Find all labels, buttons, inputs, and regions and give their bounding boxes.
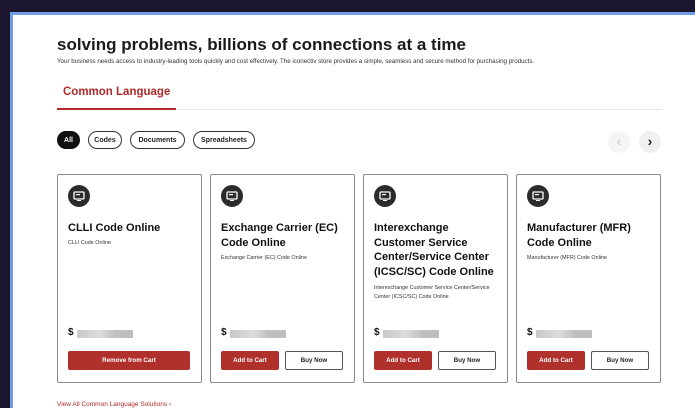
- price-currency: $: [527, 327, 533, 338]
- filter-spreadsheets[interactable]: Spreadsheets: [193, 131, 255, 149]
- filter-documents[interactable]: Documents: [130, 131, 185, 149]
- price-obscured: [536, 330, 592, 338]
- product-description: Exchange Carrier (EC) Code Online: [221, 255, 307, 261]
- add-to-cart-button[interactable]: Add to Cart: [221, 351, 279, 370]
- price-currency: $: [374, 327, 380, 338]
- monitor-icon: [68, 185, 90, 207]
- product-description: Manufacturer (MFR) Code Online: [527, 255, 607, 261]
- price-obscured: [383, 330, 439, 338]
- product-card-clli: CLLI Code Online CLLI Code Online $ Remo…: [57, 174, 202, 383]
- buy-now-button[interactable]: Buy Now: [285, 351, 343, 370]
- tab-common-language[interactable]: Common Language: [57, 83, 177, 110]
- carousel-prev-button[interactable]: ‹: [608, 131, 630, 153]
- product-card-mfr: Manufacturer (MFR) Code Online Manufactu…: [516, 174, 661, 383]
- filter-all[interactable]: All: [57, 131, 80, 149]
- remove-from-cart-button[interactable]: Remove from Cart: [68, 351, 190, 370]
- chevron-left-icon: ‹: [616, 133, 622, 149]
- page-subheadline: Your business needs access to industry-l…: [57, 58, 535, 65]
- product-description: CLLI Code Online: [68, 240, 111, 246]
- view-all-solutions-link[interactable]: View All Common Language Solutions ›: [57, 401, 171, 408]
- monitor-icon: [374, 185, 396, 207]
- filter-codes[interactable]: Codes: [88, 131, 122, 149]
- monitor-icon: [527, 185, 549, 207]
- price-currency: $: [68, 327, 74, 338]
- add-to-cart-button[interactable]: Add to Cart: [374, 351, 432, 370]
- product-card-icsc: Interexchange Customer Service Center/Se…: [363, 174, 508, 383]
- product-title: Exchange Carrier (EC) Code Online: [221, 222, 338, 249]
- price-currency: $: [221, 327, 227, 338]
- price-obscured: [77, 330, 133, 338]
- monitor-icon: [221, 185, 243, 207]
- page-headline: solving problems, billions of connection…: [57, 35, 467, 54]
- add-to-cart-button[interactable]: Add to Cart: [527, 351, 585, 370]
- chevron-right-icon: ›: [647, 133, 653, 149]
- price-obscured: [230, 330, 286, 338]
- product-title: Interexchange Customer Service Center/Se…: [374, 222, 494, 278]
- category-tabs: Common Language: [57, 83, 662, 110]
- product-description: Interexchange Customer Service Center/Se…: [374, 285, 490, 300]
- carousel-next-button[interactable]: ›: [639, 131, 661, 153]
- product-title: Manufacturer (MFR) Code Online: [527, 222, 631, 249]
- buy-now-button[interactable]: Buy Now: [438, 351, 496, 370]
- product-title: CLLI Code Online: [68, 222, 161, 234]
- store-page: solving problems, billions of connection…: [13, 15, 695, 408]
- product-card-ec: Exchange Carrier (EC) Code Online Exchan…: [210, 174, 355, 383]
- buy-now-button[interactable]: Buy Now: [591, 351, 649, 370]
